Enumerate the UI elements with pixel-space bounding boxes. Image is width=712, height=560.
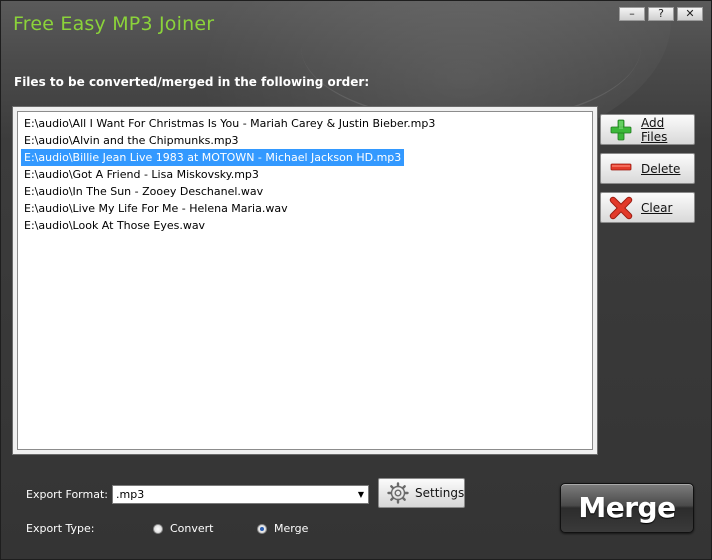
minus-icon: [609, 157, 633, 181]
file-list-item[interactable]: E:\audio\Live My Life For Me - Helena Ma…: [21, 200, 291, 217]
file-list[interactable]: E:\audio\All I Want For Christmas Is You…: [17, 111, 593, 450]
convert-radio[interactable]: Convert: [153, 522, 214, 535]
merge-radio-label: Merge: [274, 522, 309, 535]
background-swoosh-line: [301, 1, 641, 123]
merge-button[interactable]: Merge: [560, 483, 694, 533]
help-button[interactable]: ?: [648, 7, 674, 21]
close-button[interactable]: ✕: [677, 7, 703, 21]
window-controls: – ? ✕: [619, 7, 703, 21]
x-icon: [609, 196, 633, 220]
add-files-label: Add Files: [641, 115, 668, 144]
file-list-item[interactable]: E:\audio\Look At Those Eyes.wav: [21, 217, 208, 234]
file-list-frame: E:\audio\All I Want For Christmas Is You…: [12, 106, 598, 455]
file-list-item[interactable]: E:\audio\All I Want For Christmas Is You…: [21, 115, 438, 132]
radio-indicator-checked: [257, 523, 267, 534]
export-format-value: .mp3: [116, 488, 145, 501]
convert-radio-label: Convert: [170, 522, 214, 535]
clear-label: Clear: [641, 200, 673, 215]
delete-label: Delete: [641, 161, 681, 176]
app-title: Free Easy MP3 Joiner: [13, 13, 215, 35]
delete-button[interactable]: Delete: [600, 153, 695, 184]
add-files-button[interactable]: Add Files: [600, 114, 695, 145]
file-list-item-selected[interactable]: E:\audio\Billie Jean Live 1983 at MOTOWN…: [21, 149, 405, 166]
merge-radio[interactable]: Merge: [257, 522, 308, 535]
export-type-label: Export Type:: [26, 522, 95, 535]
app-window: Free Easy MP3 Joiner – ? ✕ Files to be c…: [0, 0, 712, 560]
export-format-select[interactable]: .mp3 ▼: [112, 485, 369, 504]
radio-indicator: [153, 523, 163, 534]
minimize-button[interactable]: –: [619, 7, 645, 21]
file-list-item[interactable]: E:\audio\In The Sun - Zooey Deschanel.wa…: [21, 183, 266, 200]
settings-label: Settings: [415, 486, 465, 500]
settings-button[interactable]: Settings: [378, 478, 465, 508]
gear-icon: [387, 482, 409, 504]
plus-icon: [609, 118, 633, 142]
export-format-label: Export Format:: [26, 488, 108, 501]
clear-button[interactable]: Clear: [600, 192, 695, 223]
chevron-down-icon: ▼: [357, 490, 364, 499]
file-list-item[interactable]: E:\audio\Alvin and the Chipmunks.mp3: [21, 132, 242, 149]
file-list-item[interactable]: E:\audio\Got A Friend - Lisa Miskovsky.m…: [21, 166, 262, 183]
list-heading: Files to be converted/merged in the foll…: [14, 75, 370, 89]
